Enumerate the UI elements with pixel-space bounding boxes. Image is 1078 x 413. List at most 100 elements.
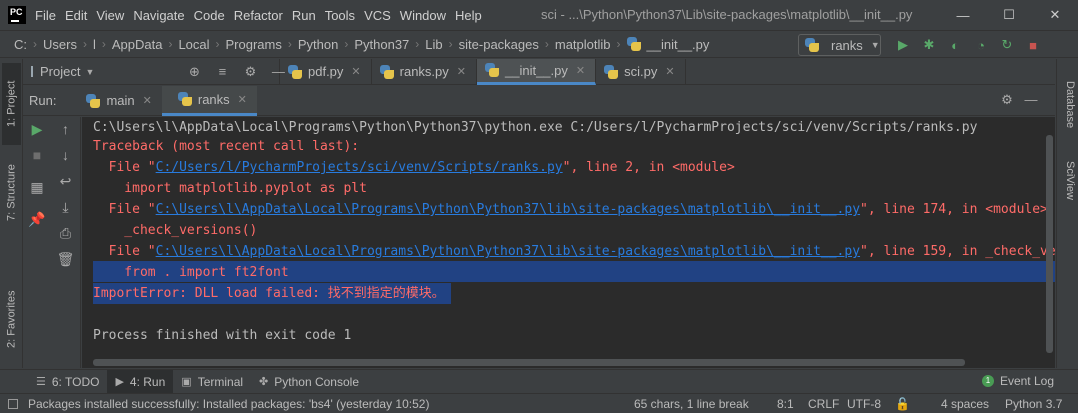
tab-database[interactable]: Database [1060, 81, 1076, 128]
tool-tab-label: 4: Run [129, 374, 166, 389]
tool-tab-python-console[interactable]: ✤ Python Console [251, 370, 367, 394]
chevron-right-icon: › [82, 37, 87, 51]
breadcrumb-item[interactable]: site-packages [459, 37, 539, 52]
file-link[interactable]: C:\Users\l\AppData\Local\Programs\Python… [156, 244, 860, 259]
menu-view[interactable]: View [96, 8, 124, 23]
arrow-up-icon[interactable]: ↑ [51, 121, 80, 137]
file-link[interactable]: C:/Users/l/PycharmProjects/sci/venv/Scri… [156, 160, 563, 175]
selection-info: 65 chars, 1 line break [634, 397, 749, 411]
rerun-icon[interactable]: ↻ [994, 37, 1020, 53]
breadcrumb-item[interactable]: Python [298, 37, 338, 52]
menu-code[interactable]: Code [194, 8, 225, 23]
tab-label: ranks.py [399, 64, 449, 79]
close-window-icon[interactable]: ✕ [1032, 0, 1078, 30]
stop-icon[interactable]: ■ [23, 147, 51, 163]
python-console-icon: ✤ [259, 376, 269, 388]
run-configuration-select[interactable]: ranks ▼ [798, 34, 881, 56]
tab-project[interactable]: 1: Project [2, 63, 21, 145]
rerun-icon[interactable]: ▶ [23, 121, 51, 138]
collapse-all-icon[interactable]: ≡ [208, 64, 236, 80]
breadcrumb-item[interactable]: Programs [226, 37, 282, 52]
close-icon[interactable]: ✕ [351, 65, 360, 78]
hide-icon[interactable]: — [1019, 92, 1043, 108]
frame-suffix: ", line 159, in _check_versions [860, 244, 1055, 259]
tab-project-label: 1: Project [5, 80, 18, 128]
tab-sciview[interactable]: SciView [1060, 161, 1076, 200]
project-tool-label[interactable]: Project [40, 64, 80, 79]
indent-setting[interactable]: 4 spaces [941, 397, 989, 411]
gear-icon[interactable]: ⚙ [995, 92, 1019, 108]
menu-refactor[interactable]: Refactor [234, 8, 283, 23]
breadcrumb-item[interactable]: matplotlib [555, 37, 611, 52]
breadcrumb-item[interactable]: Python37 [354, 37, 409, 52]
file-link[interactable]: C:\Users\l\AppData\Local\Programs\Python… [156, 202, 860, 217]
traceback-frame: File "C:/Users/l/PycharmProjects/sci/ven… [93, 157, 735, 178]
tool-tab-terminal[interactable]: ▣ Terminal [173, 370, 251, 394]
tool-tab-run[interactable]: ▶ 4: Run [107, 369, 174, 394]
python-interpreter[interactable]: Python 3.7 [1005, 397, 1062, 411]
menu-run[interactable]: Run [292, 8, 316, 23]
profile-icon[interactable]: ◔ [968, 38, 994, 53]
line-separator[interactable]: CRLF [808, 397, 839, 411]
tab-init-py[interactable]: __init__.py ✕ [477, 58, 597, 85]
menu-tools[interactable]: Tools [325, 8, 355, 23]
maximize-icon[interactable]: ☐ [986, 0, 1032, 30]
close-icon[interactable]: ✕ [238, 93, 247, 106]
menu-window[interactable]: Window [400, 8, 446, 23]
run-tab-label: ranks [197, 91, 230, 107]
run-tab-main[interactable]: main ✕ [70, 86, 161, 116]
event-log-button[interactable]: 1 Event Log [981, 374, 1054, 388]
scroll-to-end-icon[interactable]: ⤓ [51, 199, 80, 216]
close-icon[interactable]: ✕ [143, 94, 152, 107]
breadcrumb-item[interactable]: Users [43, 37, 77, 52]
menu-edit[interactable]: Edit [65, 8, 87, 23]
file-encoding[interactable]: UTF-8 [847, 397, 881, 411]
tool-tab-todo[interactable]: ☰ 6: TODO [28, 370, 107, 394]
restore-layout-icon[interactable]: ▦ [23, 179, 51, 196]
debug-icon[interactable]: ✱ [916, 37, 942, 53]
coverage-icon[interactable]: ◐ [942, 38, 968, 53]
menu-help[interactable]: Help [455, 8, 482, 23]
menu-file[interactable]: File [35, 8, 56, 23]
run-tab-ranks[interactable]: ranks ✕ [161, 85, 257, 116]
horizontal-scrollbar[interactable] [93, 359, 965, 366]
menu-navigate[interactable]: Navigate [133, 8, 184, 23]
run-icon: ▶ [115, 376, 124, 388]
status-message[interactable]: Packages installed successfully: Install… [28, 397, 429, 411]
breadcrumb-item[interactable]: Local [178, 37, 209, 52]
close-icon[interactable]: ✕ [576, 64, 585, 77]
breadcrumb-item[interactable]: C: [14, 37, 27, 52]
tab-sci-py[interactable]: sci.py ✕ [596, 58, 686, 85]
menu-vcs[interactable]: VCS [364, 8, 391, 23]
tab-favorites[interactable]: 2: Favorites [2, 275, 21, 363]
frame-suffix: ", line 174, in <module> [860, 202, 1048, 217]
breadcrumb-item[interactable]: __init__.py [647, 37, 710, 52]
stop-icon[interactable]: ■ [1020, 38, 1046, 53]
caret-position[interactable]: 8:1 [777, 397, 794, 411]
close-icon[interactable]: ✕ [457, 65, 466, 78]
chevron-down-icon[interactable]: ▼ [85, 67, 94, 77]
locate-icon[interactable]: ⊕ [180, 64, 208, 80]
error-message: ImportError: DLL load failed: 找不到指定的模块。 [93, 286, 445, 301]
traceback-frame: File "C:\Users\l\AppData\Local\Programs\… [93, 241, 1055, 262]
print-icon[interactable]: ⎙ [51, 225, 80, 242]
pin-icon[interactable]: 📌 [23, 211, 51, 228]
minimize-icon[interactable]: — [940, 0, 986, 30]
gear-icon[interactable]: ⚙ [236, 64, 264, 80]
run-icon[interactable]: ▶ [890, 37, 916, 53]
tab-structure[interactable]: 7: Structure [2, 149, 21, 237]
arrow-down-icon[interactable]: ↓ [51, 147, 80, 163]
tab-ranks-py[interactable]: ranks.py ✕ [372, 58, 477, 85]
frame-prefix: File " [93, 202, 156, 217]
lock-icon[interactable]: 🔓 [895, 397, 910, 411]
close-icon[interactable]: ✕ [665, 65, 674, 78]
breadcrumb-item[interactable]: l [93, 37, 96, 52]
toggle-tool-windows-icon[interactable] [8, 399, 18, 409]
tab-pdf-py[interactable]: pdf.py ✕ [280, 58, 372, 85]
breadcrumb-item[interactable]: AppData [112, 37, 163, 52]
console-output[interactable]: C:\Users\l\AppData\Local\Programs\Python… [82, 117, 1055, 368]
trash-icon[interactable]: 🗑 [51, 251, 80, 268]
vertical-scrollbar[interactable] [1046, 135, 1053, 353]
soft-wrap-icon[interactable]: ↩ [51, 173, 80, 190]
breadcrumb-item[interactable]: Lib [425, 37, 442, 52]
